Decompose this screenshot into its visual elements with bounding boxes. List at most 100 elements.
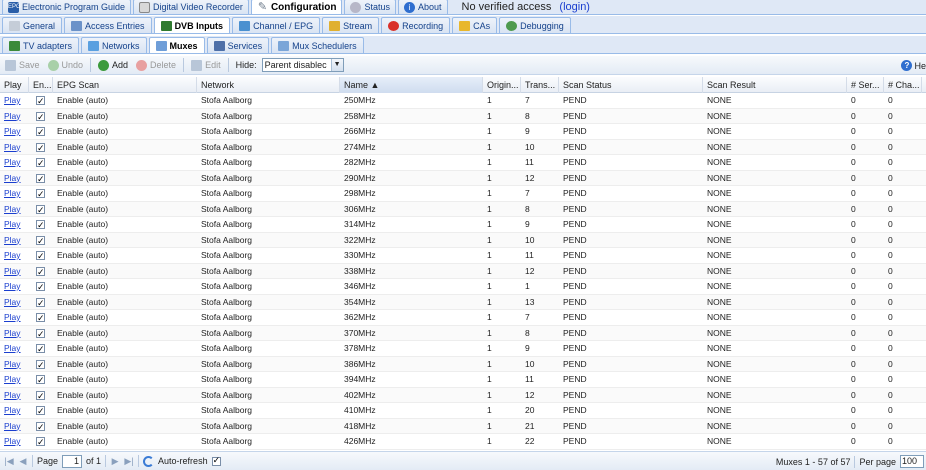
table-row[interactable]: Play Enable (auto) Stofa Aalborg 274MHz 1 10 P…	[0, 139, 926, 155]
tab-stream[interactable]: Stream	[322, 17, 380, 33]
play-link[interactable]: Play	[4, 173, 21, 183]
table-row[interactable]: Play Enable (auto) Stofa Aalborg 338MHz 1 12 P…	[0, 263, 926, 279]
column-header[interactable]: Name ▲	[340, 77, 483, 93]
next-page-icon[interactable]: ▶	[110, 456, 120, 467]
table-row[interactable]: Play Enable (auto) Stofa Aalborg 410MHz 1 20 P…	[0, 403, 926, 419]
table-row[interactable]: Play Enable (auto) Stofa Aalborg 306MHz 1 8 PE…	[0, 201, 926, 217]
play-link[interactable]: Play	[4, 111, 21, 121]
refresh-icon[interactable]	[143, 455, 155, 467]
enabled-checkbox[interactable]	[29, 279, 53, 294]
enabled-checkbox[interactable]	[29, 341, 53, 356]
help-button[interactable]: ? He	[901, 56, 926, 75]
play-link[interactable]: Play	[4, 374, 21, 384]
checkbox-icon[interactable]	[36, 358, 45, 372]
column-header[interactable]: Origin...	[483, 77, 521, 93]
checkbox-icon[interactable]	[36, 280, 45, 294]
tab-dvr[interactable]: Digital Video Recorder	[133, 0, 249, 14]
table-row[interactable]: Play Enable (auto) Stofa Aalborg 386MHz 1 10 P…	[0, 356, 926, 372]
table-row[interactable]: Play Enable (auto) Stofa Aalborg 314MHz 1 9 PE…	[0, 217, 926, 233]
enabled-checkbox[interactable]	[29, 233, 53, 248]
checkbox-icon[interactable]	[36, 249, 45, 263]
checkbox-icon[interactable]	[36, 218, 45, 232]
play-link[interactable]: Play	[4, 235, 21, 245]
tab-services[interactable]: Services	[206, 37, 270, 53]
column-header[interactable]: Scan Result	[703, 77, 847, 93]
enabled-checkbox[interactable]	[29, 202, 53, 217]
tab-debugging[interactable]: Debugging	[499, 17, 571, 33]
table-row[interactable]: Play Enable (auto) Stofa Aalborg 402MHz 1 12 P…	[0, 387, 926, 403]
checkbox-icon[interactable]	[36, 234, 45, 248]
play-link[interactable]: Play	[4, 126, 21, 136]
checkbox-icon[interactable]	[36, 327, 45, 341]
login-link[interactable]: (login)	[559, 1, 590, 13]
table-row[interactable]: PlayEnable (auto)Stofa Aalborg394MHz111P…	[0, 372, 926, 388]
play-link[interactable]: Play	[4, 328, 21, 338]
tab-epg[interactable]: EPG Electronic Program Guide	[2, 0, 132, 14]
delete-button[interactable]: Delete	[133, 57, 179, 73]
play-link[interactable]: Play	[4, 359, 21, 369]
column-header[interactable]: Trans...	[521, 77, 559, 93]
enabled-checkbox[interactable]	[29, 109, 53, 124]
prev-page-icon[interactable]: ◀	[18, 456, 28, 467]
play-link[interactable]: Play	[4, 95, 21, 105]
play-link[interactable]: Play	[4, 142, 21, 152]
checkbox-icon[interactable]	[36, 203, 45, 217]
table-row[interactable]: Play Enable (auto) Stofa Aalborg 418MHz 1 21 P…	[0, 418, 926, 434]
checkbox-icon[interactable]	[36, 172, 45, 186]
enabled-checkbox[interactable]	[29, 264, 53, 279]
undo-button[interactable]: Undo	[45, 57, 87, 73]
first-page-icon[interactable]: |◀	[4, 456, 14, 467]
enabled-checkbox[interactable]	[29, 124, 53, 139]
checkbox-icon[interactable]	[36, 342, 45, 356]
play-link[interactable]: Play	[4, 297, 21, 307]
enabled-checkbox[interactable]	[29, 372, 53, 387]
table-row[interactable]: Play Enable (auto) Stofa Aalborg 362MHz 1 7 PE…	[0, 310, 926, 326]
table-row[interactable]: Play Enable (auto) Stofa Aalborg 378MHz 1 9 PE…	[0, 341, 926, 357]
enabled-checkbox[interactable]	[29, 171, 53, 186]
checkbox-icon[interactable]	[36, 110, 45, 124]
column-header[interactable]: # Ser...	[847, 77, 884, 93]
table-row[interactable]: Play Enable (auto) Stofa Aalborg 290MHz 1 12 P…	[0, 170, 926, 186]
page-number-input[interactable]: 1	[62, 454, 83, 468]
enabled-checkbox[interactable]	[29, 295, 53, 310]
table-row[interactable]: PlayEnable (auto)Stofa Aalborg282MHz111P…	[0, 155, 926, 171]
auto-refresh-checkbox[interactable]	[211, 455, 221, 466]
tab-mux-schedulers[interactable]: Mux Schedulers	[271, 37, 364, 53]
enabled-checkbox[interactable]	[29, 155, 53, 170]
column-header[interactable]: Network	[197, 77, 340, 93]
play-link[interactable]: Play	[4, 390, 21, 400]
play-link[interactable]: Play	[4, 343, 21, 353]
play-link[interactable]: Play	[4, 405, 21, 415]
tab-configuration[interactable]: ✎ Configuration	[250, 0, 343, 14]
table-row[interactable]: Play Enable (auto) Stofa Aalborg 298MHz 1 7 PE…	[0, 186, 926, 202]
enabled-checkbox[interactable]	[29, 217, 53, 232]
add-button[interactable]: Add	[95, 57, 131, 73]
play-link[interactable]: Play	[4, 312, 21, 322]
tab-muxes[interactable]: Muxes	[148, 37, 205, 53]
checkbox-icon[interactable]	[36, 94, 45, 108]
table-row[interactable]: Play Enable (auto) Stofa Aalborg 250MHz 1 7 PE…	[0, 93, 926, 109]
checkbox-icon[interactable]	[36, 404, 45, 418]
play-link[interactable]: Play	[4, 188, 21, 198]
table-row[interactable]: PlayEnable (auto)Stofa Aalborg330MHz111P…	[0, 248, 926, 264]
tab-channel-epg[interactable]: Channel / EPG	[232, 17, 321, 33]
play-link[interactable]: Play	[4, 281, 21, 291]
enabled-checkbox[interactable]	[29, 186, 53, 201]
play-link[interactable]: Play	[4, 204, 21, 214]
enabled-checkbox[interactable]	[29, 140, 53, 155]
play-link[interactable]: Play	[4, 250, 21, 260]
tab-status[interactable]: Status	[344, 0, 396, 14]
play-link[interactable]: Play	[4, 266, 21, 276]
tab-recording[interactable]: Recording	[381, 17, 451, 33]
checkbox-icon[interactable]	[36, 420, 45, 434]
checkbox-icon[interactable]	[36, 311, 45, 325]
edit-button[interactable]: Edit	[188, 57, 224, 73]
column-header[interactable]: EPG Scan	[53, 77, 197, 93]
enabled-checkbox[interactable]	[29, 248, 53, 263]
enabled-checkbox[interactable]	[29, 326, 53, 341]
checkbox-icon[interactable]	[36, 373, 45, 387]
checkbox-icon[interactable]	[36, 141, 45, 155]
checkbox-icon[interactable]	[36, 156, 45, 170]
play-link[interactable]: Play	[4, 219, 21, 229]
play-link[interactable]: Play	[4, 436, 21, 446]
